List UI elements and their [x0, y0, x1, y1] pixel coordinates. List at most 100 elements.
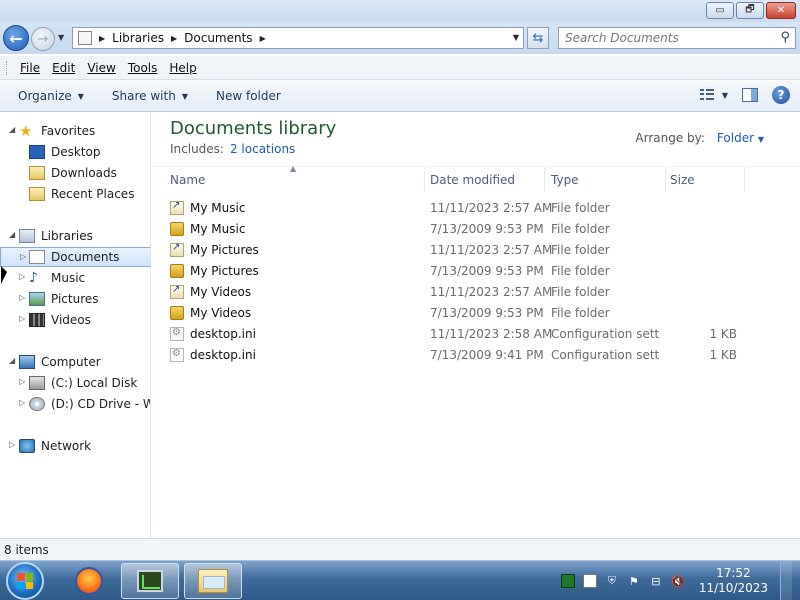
nav-local-disk[interactable]: (C:) Local Disk	[29, 373, 137, 393]
flag-icon[interactable]: ⚑	[627, 574, 641, 588]
search-box[interactable]: ⚲	[558, 27, 796, 49]
toolbar-right: ▼ ?	[699, 86, 790, 104]
nav-label: (C:) Local Disk	[51, 376, 138, 390]
start-button[interactable]	[6, 562, 44, 600]
file-date: 7/13/2009 9:41 PM	[430, 348, 544, 362]
preview-pane-icon[interactable]	[742, 88, 758, 102]
file-row[interactable]: My Videos 11/11/2023 2:57 AM File folder	[152, 282, 800, 303]
file-row[interactable]: My Pictures 11/11/2023 2:57 AM File fold…	[152, 240, 800, 261]
nav-favorites[interactable]: ★ Favorites	[19, 121, 95, 141]
breadcrumb-documents[interactable]: Documents	[184, 31, 252, 45]
chevron-right-icon[interactable]: ▶	[171, 34, 177, 43]
taskbar-firefox[interactable]	[60, 563, 118, 599]
taskbar: ⛨ ⚑ ⊟ 🔇 17:52 11/10/2023	[0, 560, 800, 600]
network-icon[interactable]: ⊟	[649, 574, 663, 588]
column-header-size[interactable]: Size	[670, 167, 745, 192]
chevron-right-icon[interactable]: ▶	[260, 34, 266, 43]
forward-button[interactable]: →	[31, 27, 55, 51]
file-name: My Videos	[190, 306, 252, 320]
search-icon[interactable]: ⚲	[780, 30, 790, 45]
nav-documents[interactable]: ▷ Documents	[0, 247, 150, 267]
column-header-name[interactable]: Name	[170, 167, 425, 192]
nav-cd-drive[interactable]: (D:) CD Drive - Win	[29, 394, 150, 414]
taskbar-windows-explorer[interactable]	[184, 563, 242, 599]
nav-downloads[interactable]: Downloads	[29, 163, 117, 183]
nav-computer[interactable]: Computer	[19, 352, 101, 372]
expand-icon[interactable]: ◢	[9, 125, 15, 134]
chevron-right-icon[interactable]: ▶	[99, 34, 105, 43]
menu-tools[interactable]: Tools	[122, 61, 164, 75]
menu-help[interactable]: Help	[163, 61, 202, 75]
windows-logo-icon	[17, 573, 33, 589]
expand-icon[interactable]: ◢	[9, 230, 15, 239]
document-icon[interactable]	[582, 574, 597, 588]
minimize-button[interactable]: ▭	[706, 2, 734, 19]
organize-button[interactable]: Organize ▼	[8, 89, 94, 103]
close-button[interactable]: ✕	[766, 2, 796, 19]
share-with-button[interactable]: Share with ▼	[102, 89, 198, 103]
file-list-pane[interactable]: Documents library Includes: 2 locations A…	[152, 112, 800, 538]
nav-desktop[interactable]: Desktop	[29, 142, 101, 162]
folder-link-icon	[170, 200, 184, 215]
file-row[interactable]: My Music 7/13/2009 9:53 PM File folder	[152, 219, 800, 240]
expand-icon[interactable]: ▷	[19, 398, 25, 407]
change-view-button[interactable]: ▼	[699, 89, 728, 101]
downloads-icon	[29, 166, 45, 180]
file-row[interactable]: desktop.ini 11/11/2023 2:58 AM Configura…	[152, 324, 800, 345]
file-type: File folder	[551, 222, 610, 236]
column-header-type[interactable]: Type	[551, 167, 666, 192]
processor-icon[interactable]	[560, 574, 575, 588]
column-header-date[interactable]: Date modified	[430, 167, 545, 192]
file-name: My Pictures	[190, 243, 259, 257]
library-title: Documents library	[170, 118, 337, 139]
address-dropdown[interactable]: ▼	[513, 33, 519, 42]
nav-network[interactable]: Network	[19, 436, 91, 456]
expand-icon[interactable]: ▷	[20, 252, 26, 261]
file-row[interactable]: My Pictures 7/13/2009 9:53 PM File folde…	[152, 261, 800, 282]
nav-music[interactable]: ♪ Music	[29, 268, 85, 288]
menu-file[interactable]: File	[14, 61, 46, 75]
help-icon[interactable]: ?	[772, 86, 790, 104]
recent-pages-dropdown[interactable]: ▼	[58, 33, 64, 42]
refresh-button[interactable]: ⇆	[527, 27, 549, 49]
folder-link-icon	[170, 242, 184, 257]
file-row[interactable]: My Videos 7/13/2009 9:53 PM File folder	[152, 303, 800, 324]
expand-icon[interactable]: ▷	[19, 293, 25, 302]
file-row[interactable]: My Music 11/11/2023 2:57 AM File folder	[152, 198, 800, 219]
locations-link[interactable]: 2 locations	[230, 142, 295, 156]
expand-icon[interactable]: ▷	[19, 314, 25, 323]
show-desktop-button[interactable]	[780, 561, 792, 600]
menu-edit[interactable]: Edit	[46, 61, 81, 75]
volume-muted-icon[interactable]: 🔇	[671, 574, 685, 588]
file-type: Configuration sett...	[551, 327, 659, 341]
expand-icon[interactable]: ▷	[19, 272, 25, 281]
nav-label: Music	[51, 271, 86, 285]
command-bar: Organize ▼ Share with ▼ New folder ▼ ?	[0, 81, 800, 112]
nav-libraries[interactable]: Libraries	[19, 226, 93, 246]
desktop-icon	[29, 145, 45, 159]
file-name: My Music	[190, 201, 246, 215]
search-input[interactable]	[565, 31, 775, 45]
arrange-by-dropdown[interactable]: Folder ▼	[717, 131, 764, 145]
expand-icon[interactable]: ▷	[19, 377, 25, 386]
breadcrumb-libraries[interactable]: Libraries	[112, 31, 164, 45]
menu-view[interactable]: View	[81, 61, 121, 75]
address-bar[interactable]: ▶ Libraries ▶ Documents ▶ ▼	[72, 27, 524, 49]
file-type: File folder	[551, 243, 610, 257]
file-row[interactable]: desktop.ini 7/13/2009 9:41 PM Configurat…	[152, 345, 800, 366]
navigation-pane[interactable]: ◢ ★ Favorites Desktop Downloads Recent P…	[0, 112, 151, 538]
nav-pictures[interactable]: Pictures	[29, 289, 99, 309]
nav-recent-places[interactable]: Recent Places	[29, 184, 134, 204]
back-button[interactable]: ←	[3, 25, 29, 51]
file-size: 1 KB	[709, 327, 737, 341]
expand-icon[interactable]: ▷	[9, 440, 15, 449]
new-folder-button[interactable]: New folder	[206, 89, 291, 103]
taskbar-task-manager[interactable]	[121, 563, 179, 599]
security-icon[interactable]: ⛨	[605, 574, 619, 588]
maximize-button[interactable]: 🗗	[736, 2, 764, 19]
column-size-label: Size	[670, 172, 695, 187]
clock[interactable]: 17:52 11/10/2023	[699, 566, 768, 596]
nav-videos[interactable]: Videos	[29, 310, 91, 330]
expand-icon[interactable]: ◢	[9, 356, 15, 365]
nav-label: Computer	[41, 355, 101, 369]
